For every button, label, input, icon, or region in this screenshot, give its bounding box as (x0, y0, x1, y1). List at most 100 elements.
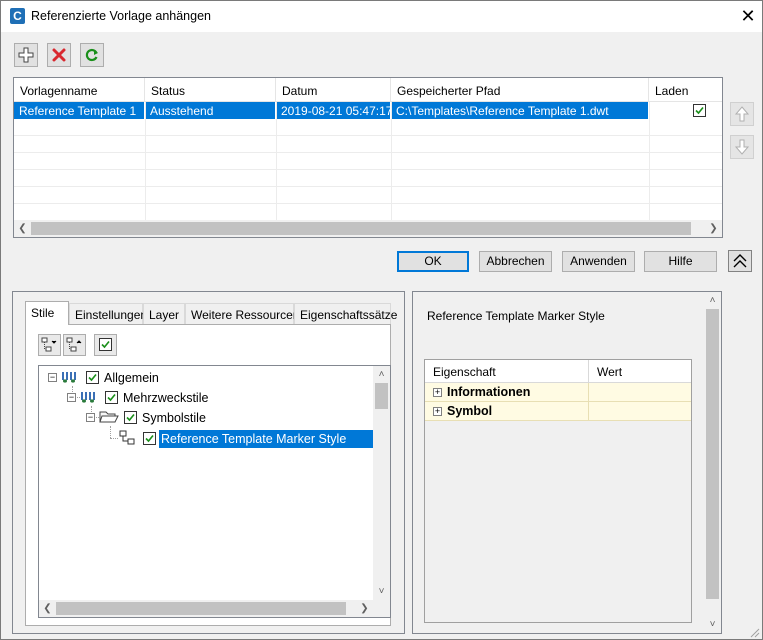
style-folder-icon (81, 392, 95, 403)
scroll-thumb[interactable] (375, 383, 388, 409)
tree-horizontal-scrollbar[interactable]: ❮ ❯ (39, 600, 373, 617)
checkmark-icon (695, 106, 704, 115)
move-down-button[interactable] (730, 135, 754, 159)
collapse-node-icon[interactable]: − (86, 413, 95, 422)
grid-horizontal-scrollbar[interactable]: ❮ ❯ (14, 220, 722, 237)
tree-vertical-scrollbar[interactable]: ˄ ˅ (373, 366, 390, 600)
tree-node-marker-style[interactable]: Reference Template Marker Style (159, 430, 374, 448)
scroll-left-icon[interactable]: ❮ (14, 220, 31, 237)
tree-node-symbolstile[interactable]: Symbolstile (142, 411, 206, 425)
open-folder-icon (99, 411, 119, 423)
table-row-empty (14, 136, 722, 153)
table-row-empty (14, 170, 722, 187)
tree-checkbox[interactable] (105, 391, 118, 404)
help-button[interactable]: Hilfe (644, 251, 717, 272)
scroll-down-icon[interactable]: ˅ (704, 616, 721, 633)
col-header-status[interactable]: Status (145, 78, 276, 102)
tree-checkbox[interactable] (124, 411, 137, 424)
scroll-thumb[interactable] (56, 602, 346, 615)
add-template-button[interactable] (14, 43, 38, 67)
delete-x-icon (52, 48, 66, 62)
properties-title: Reference Template Marker Style (427, 309, 605, 323)
col-header-wert[interactable]: Wert (589, 360, 691, 383)
scroll-thumb[interactable] (706, 309, 719, 599)
move-up-button[interactable] (730, 102, 754, 126)
checkmark-icon (145, 434, 154, 443)
property-row-symbol[interactable]: Symbol + (425, 402, 691, 421)
scroll-down-icon[interactable]: ˅ (373, 583, 390, 600)
tree-checkbox[interactable] (86, 371, 99, 384)
table-row-empty (14, 187, 722, 204)
expand-all-button[interactable] (38, 334, 61, 356)
cell-name: Reference Template 1 (14, 102, 145, 119)
refresh-icon (85, 48, 98, 62)
tree-node-mehrzweckstile[interactable]: Mehrzweckstile (123, 391, 208, 405)
col-header-path[interactable]: Gespeicherter Pfad (391, 78, 649, 102)
check-all-icon (99, 338, 112, 351)
col-header-load[interactable]: Laden (649, 78, 722, 102)
scroll-right-icon[interactable]: ❯ (705, 220, 722, 237)
properties-vertical-scrollbar[interactable]: ˄ ˅ (704, 292, 721, 633)
app-icon: C (10, 8, 25, 24)
load-checkbox[interactable] (693, 104, 706, 117)
cell-load (649, 102, 722, 119)
table-row-empty (14, 153, 722, 170)
delete-template-button[interactable] (47, 43, 71, 67)
scroll-up-icon[interactable]: ˄ (704, 292, 721, 309)
scroll-thumb[interactable] (31, 222, 691, 235)
collapse-node-icon[interactable]: − (48, 373, 57, 382)
tab-weitere-ressourcen[interactable]: Weitere Ressourcen (185, 303, 300, 324)
checkmark-icon (107, 393, 116, 402)
col-header-eigenschaft[interactable]: Eigenschaft (425, 360, 589, 383)
table-row-empty (14, 119, 722, 136)
property-value (589, 402, 691, 421)
cell-date: 2019-08-21 05:47:17 (276, 102, 391, 119)
col-header-name[interactable]: Vorlagenname (14, 78, 145, 102)
cell-path: C:\Templates\Reference Template 1.dwt (391, 102, 649, 119)
arrow-up-icon (734, 106, 750, 122)
expand-node-icon[interactable]: + (433, 388, 442, 397)
collapse-node-icon[interactable]: − (67, 393, 76, 402)
table-row[interactable]: Reference Template 1 Ausstehend 2019-08-… (14, 102, 722, 119)
tree-collapse-icon (66, 337, 82, 352)
check-all-button[interactable] (94, 334, 117, 356)
apply-button[interactable]: Anwenden (562, 251, 635, 272)
cancel-button[interactable]: Abbrechen (479, 251, 552, 272)
tree-node-allgemein[interactable]: Allgemein (104, 371, 159, 385)
template-grid: Vorlagenname Status Datum Gespeicherter … (13, 77, 723, 238)
style-folder-icon (62, 372, 76, 383)
property-category-label: Symbol (425, 402, 589, 421)
tree-expand-icon (41, 337, 57, 352)
close-button[interactable]: ✕ (737, 5, 759, 27)
scroll-up-icon[interactable]: ˄ (373, 366, 390, 383)
expand-node-icon[interactable]: + (433, 407, 442, 416)
title-bar: C Referenzierte Vorlage anhängen ✕ (1, 1, 762, 32)
dialog-window: C Referenzierte Vorlage anhängen ✕ Vorla… (0, 0, 763, 640)
checkmark-icon (126, 413, 135, 422)
refresh-button[interactable] (80, 43, 104, 67)
tab-layer[interactable]: Layer (143, 303, 185, 324)
cell-status: Ausstehend (145, 102, 276, 119)
double-chevron-up-icon (733, 254, 747, 268)
property-value (589, 383, 691, 402)
marker-style-icon (119, 430, 135, 445)
tree-checkbox[interactable] (143, 432, 156, 445)
style-tree: − Allgemein − Mehrzweckstile − Symbolsti… (38, 365, 391, 618)
col-header-date[interactable]: Datum (276, 78, 391, 102)
scroll-right-icon[interactable]: ❯ (356, 600, 373, 617)
tab-stile[interactable]: Stile (25, 301, 69, 325)
property-category-label: Informationen (425, 383, 589, 402)
window-title: Referenzierte Vorlage anhängen (31, 9, 211, 23)
plus-icon (18, 47, 34, 63)
arrow-down-icon (734, 139, 750, 155)
tab-einstellungen[interactable]: Einstellungen (69, 303, 147, 324)
property-grid: Eigenschaft Wert Informationen + Symbol … (424, 359, 692, 623)
collapse-button[interactable] (728, 250, 752, 272)
property-row-informationen[interactable]: Informationen + (425, 383, 691, 402)
resize-grip-icon[interactable] (749, 627, 761, 639)
tab-eigenschaftssaetze[interactable]: Eigenschaftssätze (294, 303, 397, 324)
table-row-empty (14, 204, 722, 220)
scroll-left-icon[interactable]: ❮ (39, 600, 56, 617)
collapse-all-button[interactable] (63, 334, 86, 356)
ok-button[interactable]: OK (397, 251, 469, 272)
